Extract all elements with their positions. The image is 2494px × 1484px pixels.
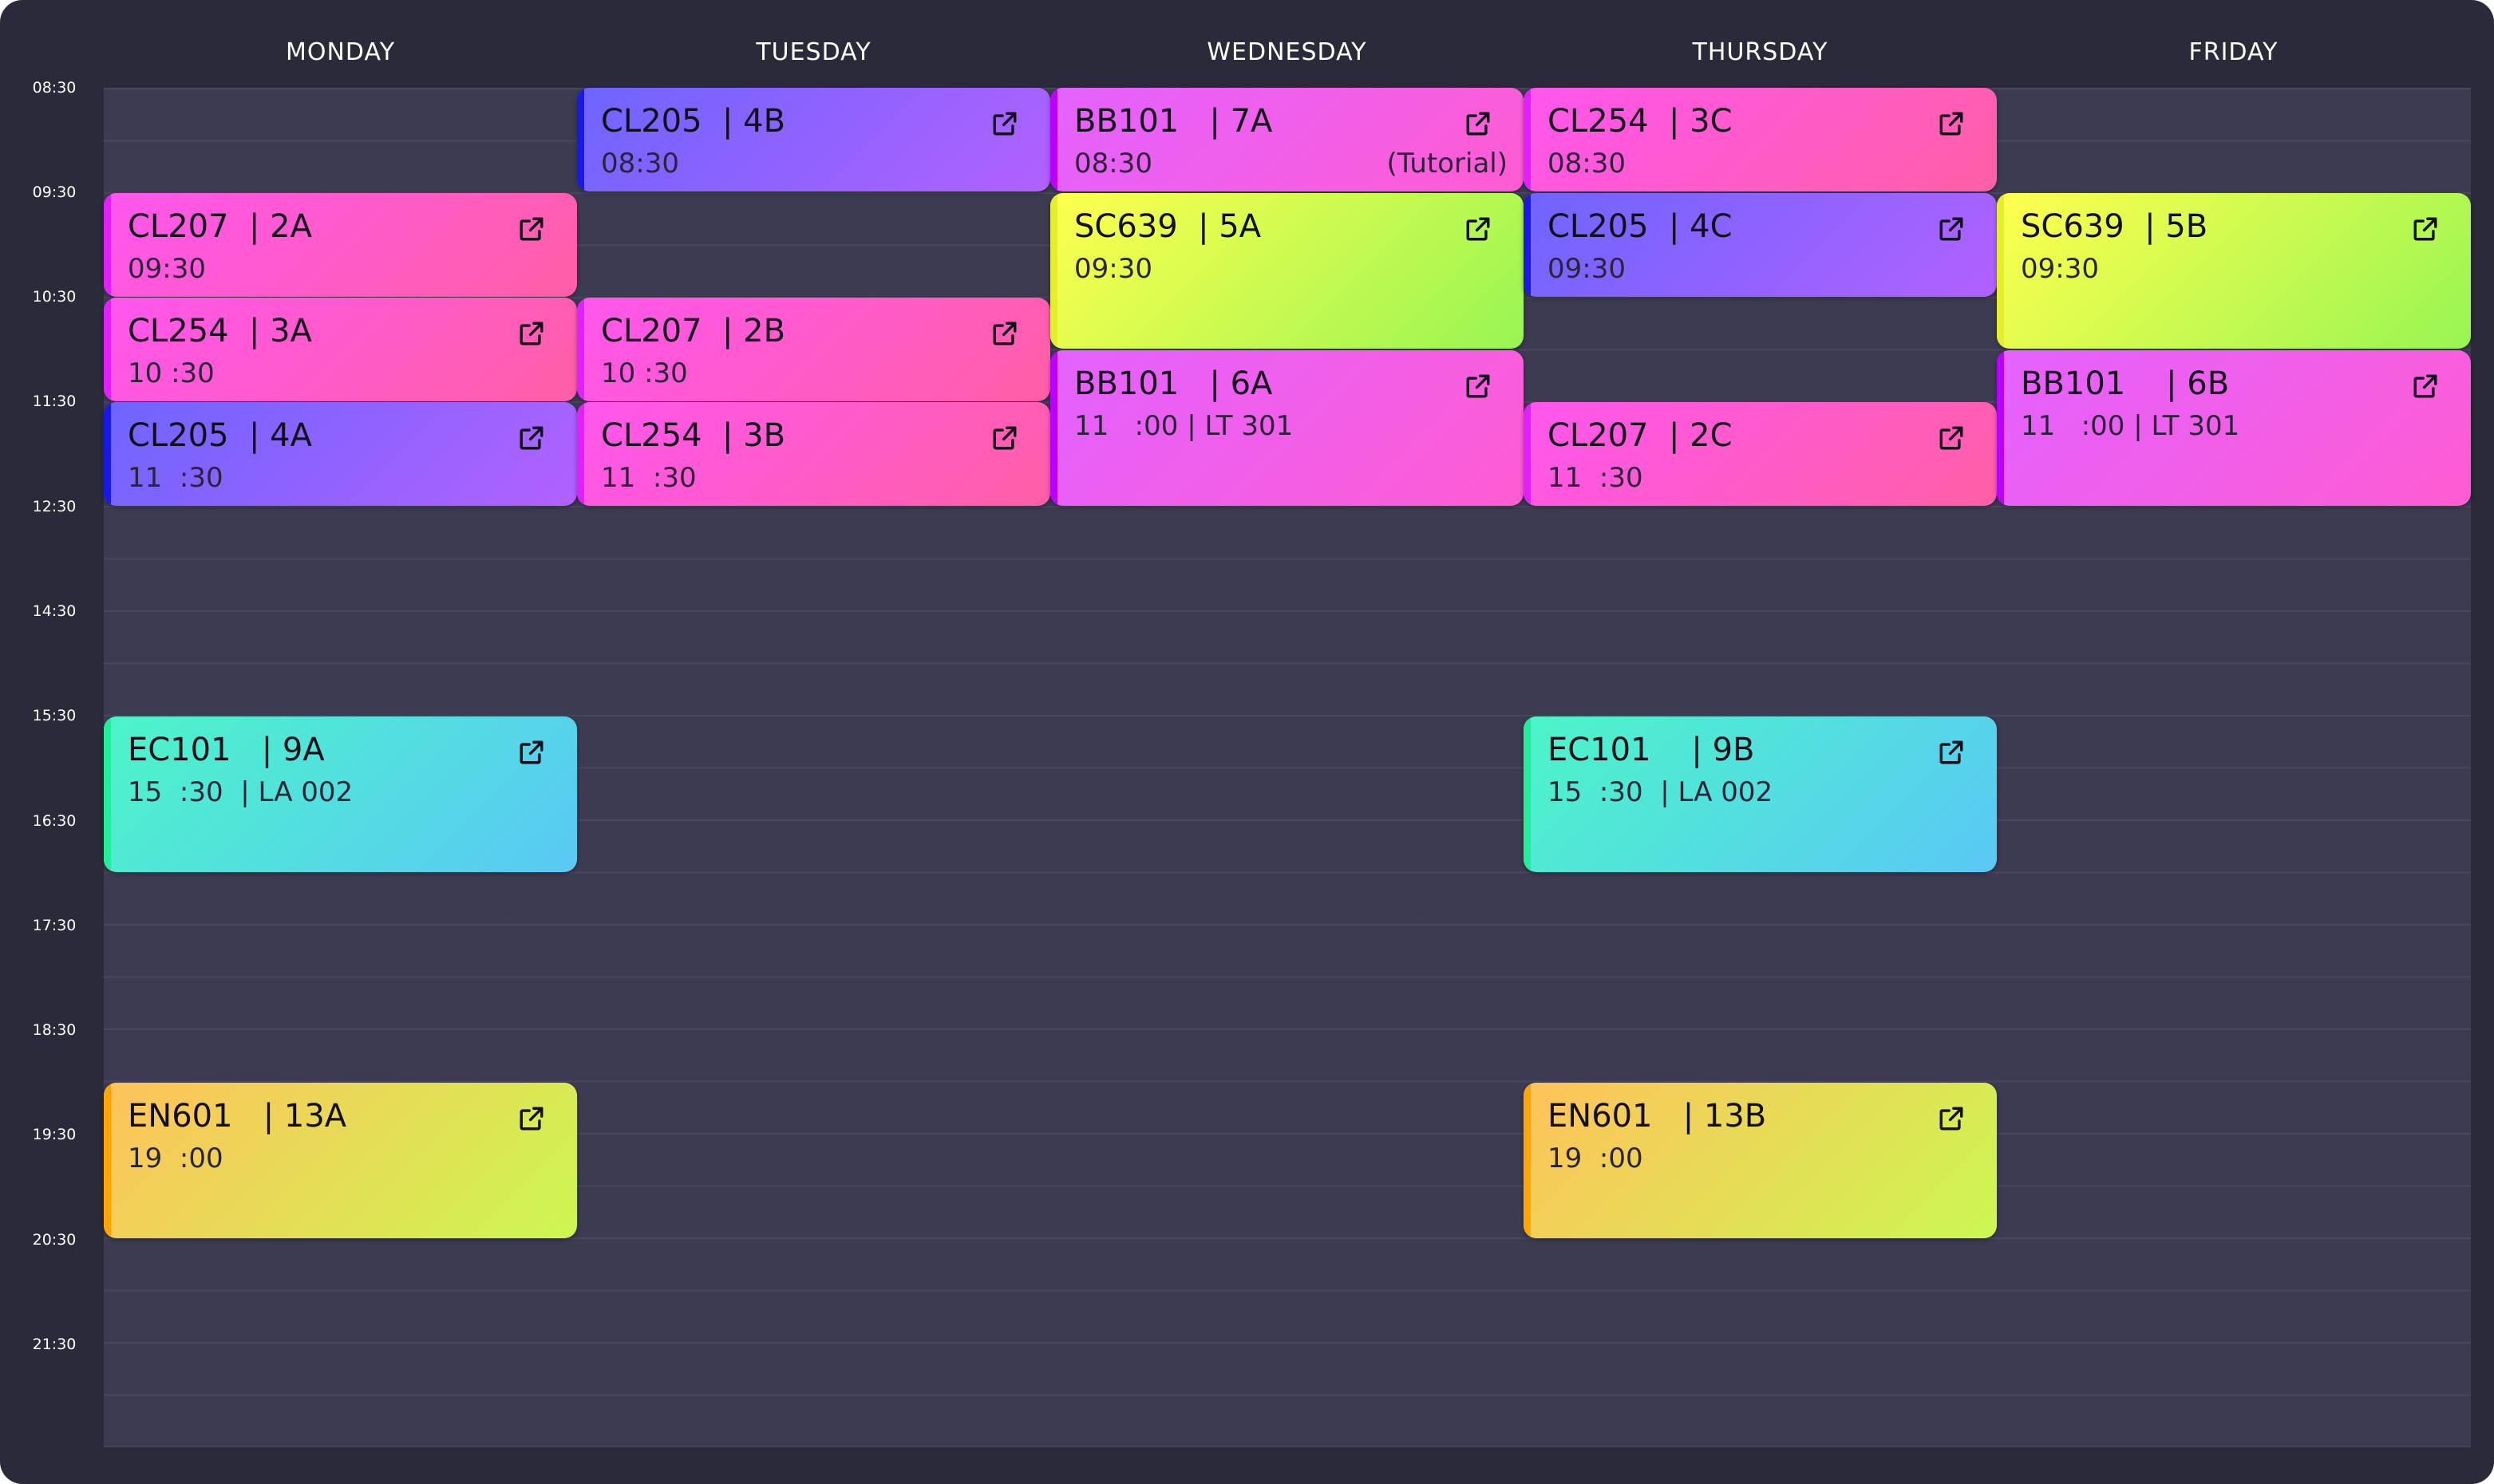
- time-label: 17:30: [32, 917, 77, 934]
- class-type-note: (Tutorial): [1386, 148, 1508, 180]
- class-code: BB101 | 6B: [2021, 365, 2230, 402]
- class-card[interactable]: BB101 | 7A 08:30 (Tutorial): [1050, 88, 1524, 191]
- external-link-icon[interactable]: [2412, 373, 2439, 400]
- class-time: 09:30: [2021, 253, 2099, 285]
- external-link-icon[interactable]: [518, 215, 545, 243]
- class-card[interactable]: SC639 | 5A 09:30: [1050, 193, 1524, 349]
- time-label: 11:30: [32, 393, 77, 410]
- class-card[interactable]: CL254 | 3A 10 :30: [104, 298, 577, 401]
- class-time: 11 :30: [1547, 462, 1643, 494]
- class-card[interactable]: EN601 | 13B 19 :00: [1524, 1083, 1997, 1238]
- time-label: 08:30: [32, 79, 77, 97]
- class-code: CL205 | 4C: [1547, 208, 1733, 245]
- external-link-icon[interactable]: [2412, 215, 2439, 243]
- time-label: 09:30: [32, 184, 77, 201]
- external-link-icon[interactable]: [991, 320, 1018, 347]
- class-card[interactable]: EC101 | 9A 15 :30 | LA 002: [104, 716, 577, 872]
- external-link-icon[interactable]: [518, 1105, 545, 1132]
- class-time: 08:30: [601, 148, 679, 180]
- external-link-icon[interactable]: [1938, 1105, 1965, 1132]
- class-code: CL205 | 4B: [601, 103, 786, 140]
- class-time: 08:30: [1074, 148, 1152, 180]
- external-link-icon[interactable]: [1938, 215, 1965, 243]
- time-label: 18:30: [32, 1021, 77, 1039]
- class-card[interactable]: SC639 | 5B 09:30: [1997, 193, 2471, 349]
- class-card[interactable]: CL254 | 3C 08:30: [1524, 88, 1997, 191]
- class-card[interactable]: CL207 | 2C 11 :30: [1524, 402, 1997, 506]
- class-card[interactable]: BB101 | 6A 11 :00 | LT 301: [1050, 350, 1524, 506]
- day-header-friday: FRIDAY: [2188, 38, 2279, 66]
- class-code: CL207 | 2A: [128, 208, 312, 245]
- class-code: CL207 | 2C: [1547, 417, 1733, 454]
- time-label: 10:30: [32, 288, 77, 306]
- class-time: 10 :30: [128, 357, 215, 389]
- class-code: SC639 | 5A: [1074, 208, 1262, 245]
- class-time: 09:30: [1547, 253, 1626, 285]
- class-code: EN601 | 13A: [128, 1098, 347, 1135]
- class-code: CL205 | 4A: [128, 417, 312, 454]
- class-code: CL207 | 2B: [601, 313, 786, 349]
- class-code: CL254 | 3A: [128, 313, 312, 349]
- class-code: EN601 | 13B: [1547, 1098, 1767, 1135]
- class-code: EC101 | 9A: [128, 732, 325, 768]
- external-link-icon[interactable]: [1464, 373, 1492, 400]
- class-code: SC639 | 5B: [2021, 208, 2208, 245]
- time-label: 21:30: [32, 1336, 77, 1353]
- class-card[interactable]: CL205 | 4B 08:30: [577, 88, 1050, 191]
- class-time: 09:30: [1074, 253, 1152, 285]
- external-link-icon[interactable]: [991, 424, 1018, 452]
- class-card[interactable]: CL207 | 2B 10 :30: [577, 298, 1050, 401]
- class-card[interactable]: CL205 | 4A 11 :30: [104, 402, 577, 506]
- day-header-monday: MONDAY: [285, 38, 396, 66]
- class-time: 19 :00: [128, 1143, 223, 1174]
- class-time-venue: 15 :30 | LA 002: [128, 776, 354, 808]
- class-time: 11 :30: [128, 462, 223, 494]
- class-time-venue: 11 :00 | LT 301: [1074, 410, 1294, 442]
- class-card[interactable]: CL207 | 2A 09:30: [104, 193, 577, 297]
- class-code: BB101 | 6A: [1074, 365, 1273, 402]
- day-header-thursday: THURSDAY: [1692, 38, 1828, 66]
- class-card[interactable]: EC101 | 9B 15 :30 | LA 002: [1524, 716, 1997, 872]
- timetable-window: MONDAY TUESDAY WEDNESDAY THURSDAY FRIDAY…: [0, 0, 2494, 1484]
- external-link-icon[interactable]: [1938, 739, 1965, 766]
- class-card[interactable]: CL205 | 4C 09:30: [1524, 193, 1997, 297]
- class-code: CL254 | 3B: [601, 417, 786, 454]
- external-link-icon[interactable]: [1464, 110, 1492, 137]
- time-label: 16:30: [32, 812, 77, 830]
- class-time: 09:30: [128, 253, 206, 285]
- external-link-icon[interactable]: [518, 424, 545, 452]
- day-header-tuesday: TUESDAY: [756, 38, 872, 66]
- class-time: 19 :00: [1547, 1143, 1643, 1174]
- external-link-icon[interactable]: [1464, 215, 1492, 243]
- external-link-icon[interactable]: [1938, 110, 1965, 137]
- external-link-icon[interactable]: [518, 320, 545, 347]
- class-time-venue: 11 :00 | LT 301: [2021, 410, 2240, 442]
- time-label: 19:30: [32, 1126, 77, 1143]
- class-card[interactable]: BB101 | 6B 11 :00 | LT 301: [1997, 350, 2471, 506]
- class-code: BB101 | 7A: [1074, 103, 1273, 140]
- external-link-icon[interactable]: [1938, 424, 1965, 452]
- external-link-icon[interactable]: [518, 739, 545, 766]
- time-label: 14:30: [32, 602, 77, 620]
- class-time: 08:30: [1547, 148, 1626, 180]
- class-card[interactable]: EN601 | 13A 19 :00: [104, 1083, 577, 1238]
- time-label: 15:30: [32, 707, 77, 724]
- class-time: 11 :30: [601, 462, 697, 494]
- time-label: 20:30: [32, 1231, 77, 1249]
- class-card[interactable]: CL254 | 3B 11 :30: [577, 402, 1050, 506]
- time-label: 12:30: [32, 498, 77, 515]
- external-link-icon[interactable]: [991, 110, 1018, 137]
- class-code: EC101 | 9B: [1547, 732, 1755, 768]
- day-header-wednesday: WEDNESDAY: [1207, 38, 1367, 66]
- class-time: 10 :30: [601, 357, 688, 389]
- class-time-venue: 15 :30 | LA 002: [1547, 776, 1773, 808]
- class-code: CL254 | 3C: [1547, 103, 1733, 140]
